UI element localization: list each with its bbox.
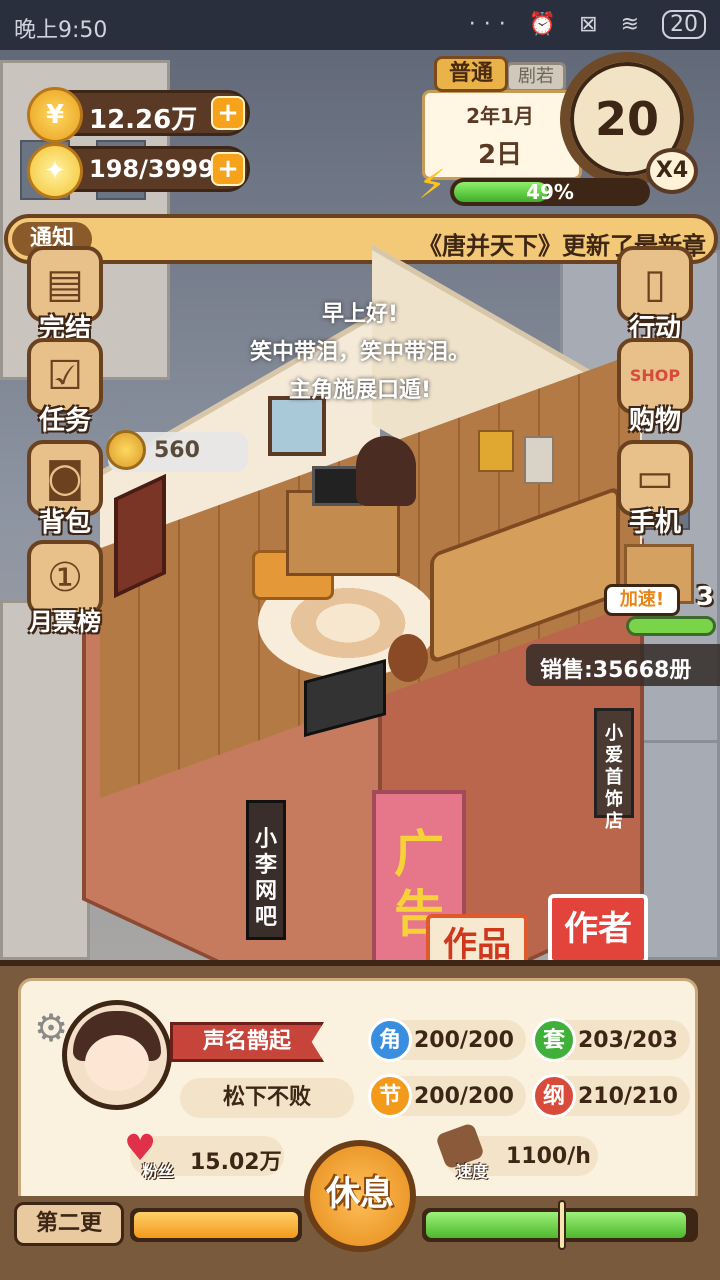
wall-poster: [478, 430, 514, 472]
stat-value: 200/200: [414, 1028, 514, 1053]
speech-text: 早上好! 笑中带泪，笑中带泪。 主角施展口遁!: [210, 296, 510, 410]
stat-value: 203/203: [578, 1028, 678, 1053]
chapter-button[interactable]: 第二更: [14, 1202, 124, 1246]
stat-value: 200/200: [414, 1084, 514, 1109]
speedup-count: 3: [695, 582, 714, 612]
character-badge-icon: 角: [368, 1018, 412, 1062]
chapter-progress-bar: [130, 1208, 302, 1242]
clock-value: 20: [594, 92, 659, 146]
speedup-progress: [626, 616, 716, 636]
speed-multiplier-button[interactable]: X4: [646, 148, 698, 194]
author-title: 声名鹊起: [170, 1022, 324, 1062]
speedup-label: 加速!: [604, 584, 680, 616]
idea-value: 198/3999: [89, 155, 215, 183]
menu-label: 手机: [628, 508, 681, 538]
menu-label: 月票榜: [29, 608, 101, 636]
computer-monitor: [312, 466, 362, 506]
mode-badge[interactable]: 普通: [434, 56, 508, 92]
menu-shop[interactable]: SHOP 购物: [610, 338, 700, 437]
energy-bar: 49%: [450, 178, 650, 206]
avatar-face: [85, 1035, 149, 1091]
background-building: [0, 600, 90, 960]
rest-button[interactable]: 休息: [304, 1140, 416, 1252]
status-time: 晚上9:50: [14, 18, 108, 43]
year-month: 2年1月: [466, 104, 534, 128]
author-avatar[interactable]: [62, 1000, 172, 1110]
fans-value: 15.02万: [190, 1150, 282, 1175]
speech-line: 主角施展口遁!: [288, 378, 432, 403]
status-indicator-icons: ··· ⏰ ⊠ ≋: [468, 12, 647, 37]
coin-counter: ¥ 12.26万 +: [27, 87, 250, 143]
status-bar: 晚上9:50 ··· ⏰ ⊠ ≋ 20: [0, 0, 720, 50]
writing-speed: 速度 1100/h: [435, 1122, 598, 1181]
writer-character[interactable]: [356, 436, 416, 506]
plot-badge-icon: 节: [368, 1074, 412, 1118]
day: 2日: [477, 140, 523, 170]
menu-label: 购物: [628, 406, 681, 436]
outline-badge-icon: 纲: [532, 1074, 576, 1118]
status-icons: ··· ⏰ ⊠ ≋ 20: [468, 10, 706, 39]
speed-value: 1100/h: [506, 1144, 591, 1169]
wall-poster: [524, 436, 554, 484]
internet-cafe-sign: 小李网吧: [246, 800, 286, 940]
menu-label: 背包: [38, 508, 91, 538]
menu-label: 任务: [38, 406, 91, 436]
pet-dog[interactable]: [388, 634, 428, 682]
energy-percent: 49%: [526, 180, 574, 204]
tab-author[interactable]: 作者: [548, 894, 648, 964]
coin-bubble-value: 560: [154, 438, 200, 463]
coin-icon: [106, 430, 146, 470]
set-badge-icon: 套: [532, 1018, 576, 1062]
menu-action[interactable]: ▯ 行动: [610, 246, 700, 345]
coin-bubble[interactable]: 560: [106, 430, 248, 472]
sales-counter: 销售:35668册: [526, 644, 720, 686]
stat-value: 210/210: [578, 1084, 678, 1109]
speech-line: 笑中带泪，笑中带泪。: [249, 340, 470, 365]
progress-marker: [558, 1200, 566, 1250]
chapter-progress-fill: [134, 1212, 298, 1238]
stamina-progress-bar: [422, 1200, 698, 1250]
speedup-delivery[interactable]: 加速! 3: [604, 544, 716, 636]
stat-character: 角 200/200: [368, 1018, 526, 1062]
fans-counter: ♥ 粉丝 15.02万: [124, 1128, 284, 1181]
stat-outline: 纲 210/210: [532, 1074, 690, 1118]
menu-tasks[interactable]: ☑ 任务: [20, 338, 110, 437]
jewelry-shop-sign: 小爱首饰店: [594, 708, 634, 832]
lightbulb-icon: ✦: [27, 143, 83, 199]
speech-line: 早上好!: [321, 302, 399, 327]
speed-label: 速度: [456, 1162, 489, 1181]
author-pen-name: 松下不败: [180, 1078, 354, 1118]
menu-phone[interactable]: ▭ 手机: [610, 440, 700, 539]
fans-label: 粉丝: [142, 1162, 175, 1181]
coin-icon: ¥: [27, 87, 83, 143]
stat-plot: 节 200/200: [368, 1074, 526, 1118]
stamina-progress-fill: [426, 1212, 686, 1238]
coin-value: 12.26万: [89, 105, 198, 135]
stat-set: 套 203/203: [532, 1018, 690, 1062]
add-ideas-button[interactable]: +: [211, 152, 245, 186]
menu-bag[interactable]: ◙ 背包: [20, 440, 110, 539]
menu-monthly-ticket-rank[interactable]: ① 月票榜: [20, 540, 110, 637]
battery-icon: 20: [662, 10, 706, 39]
menu-finished[interactable]: ▤ 完结: [20, 246, 110, 345]
idea-counter: ✦ 198/3999 +: [27, 143, 250, 199]
lightning-icon[interactable]: ⚡: [418, 162, 446, 208]
mode-tab-inactive[interactable]: 剧若: [506, 62, 566, 92]
add-coins-button[interactable]: +: [211, 96, 245, 130]
